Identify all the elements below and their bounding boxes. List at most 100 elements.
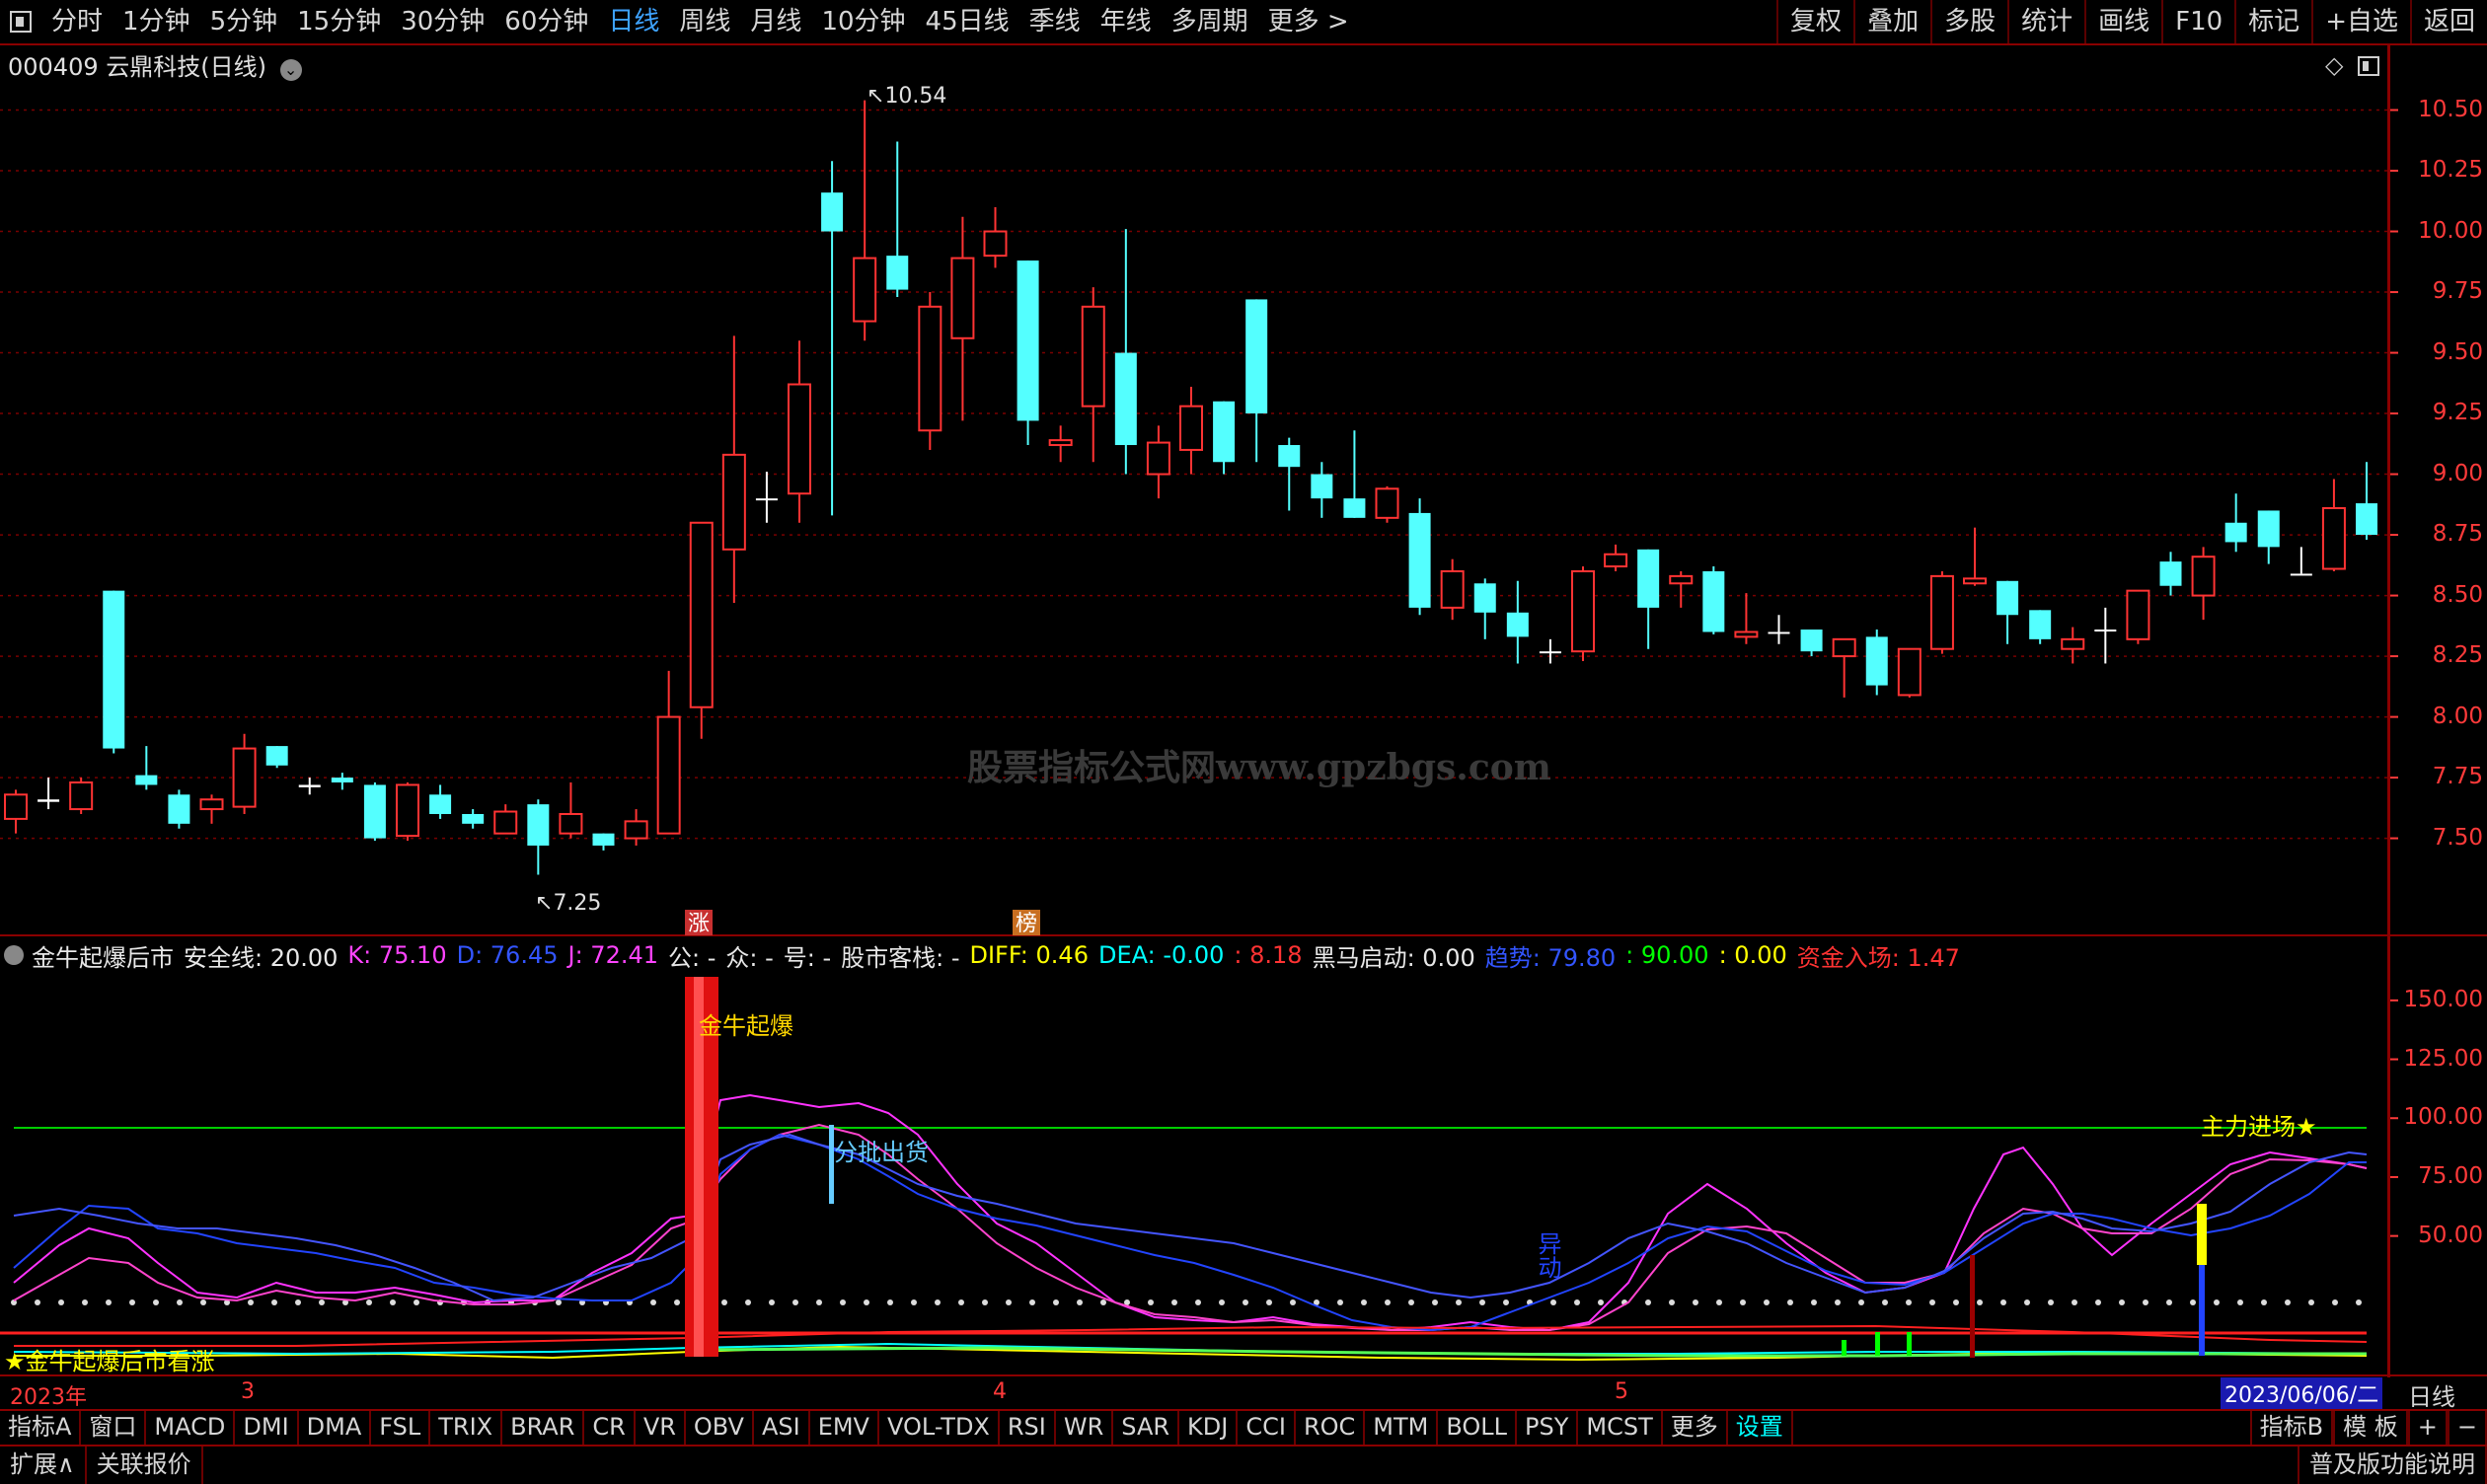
- period-tab-1[interactable]: 1分钟: [113, 0, 200, 43]
- toolbar-button-4[interactable]: 画线: [2084, 0, 2161, 43]
- toolbar-button-8[interactable]: 返回: [2409, 0, 2487, 43]
- indicator-tab-4[interactable]: DMA: [299, 1411, 372, 1445]
- period-tab-2[interactable]: 5分钟: [200, 0, 288, 43]
- indicator-tab-16[interactable]: SAR: [1113, 1411, 1180, 1445]
- indicator-tab-1[interactable]: 窗口: [81, 1411, 147, 1445]
- candle-body-down: [1865, 636, 1888, 686]
- price-label: 7.50: [2432, 824, 2483, 851]
- dot: [1432, 1299, 1438, 1305]
- candle-body-up: [1669, 574, 1694, 585]
- diamond-icon[interactable]: ◇: [2325, 51, 2344, 79]
- stock-title: 000409 云鼎科技(日线) ⌄: [8, 47, 302, 82]
- indicator-tab-3[interactable]: DMI: [235, 1411, 299, 1445]
- period-tab-14[interactable]: 更多 >: [1258, 0, 1359, 43]
- candle-body-up: [721, 453, 746, 551]
- period-tab-8[interactable]: 月线: [740, 0, 811, 43]
- dot: [1858, 1299, 1864, 1305]
- indicator-tab-6[interactable]: TRIX: [430, 1411, 503, 1445]
- indicator-tab-11[interactable]: ASI: [754, 1411, 810, 1445]
- chevron-down-icon[interactable]: ⌄: [279, 59, 302, 81]
- period-tab-7[interactable]: 周线: [669, 0, 740, 43]
- candle-body-down: [1702, 570, 1725, 632]
- candle-body-down: [1539, 651, 1561, 654]
- indicator-value-10: DEA: -0.00: [1097, 941, 1225, 969]
- period-tab-0[interactable]: 分时: [41, 0, 113, 43]
- right-tab-1[interactable]: 模 板: [2333, 1411, 2408, 1445]
- indicator-tab-9[interactable]: VR: [636, 1411, 686, 1445]
- candle-body-up: [1375, 487, 1399, 519]
- indicator-tab-15[interactable]: WR: [1056, 1411, 1114, 1445]
- dot: [1716, 1299, 1722, 1305]
- toolbar-button-1[interactable]: 叠加: [1853, 0, 1930, 43]
- period-tab-9[interactable]: 10分钟: [811, 0, 915, 43]
- expand-button[interactable]: 扩展∧: [0, 1447, 87, 1484]
- period-tab-6[interactable]: 日线: [598, 0, 669, 43]
- price-label: 8.50: [2432, 581, 2483, 608]
- indicator-tab-18[interactable]: CCI: [1238, 1411, 1296, 1445]
- price-label: 8.25: [2432, 642, 2483, 669]
- toolbar-button-2[interactable]: 多股: [1930, 0, 2007, 43]
- dot: [1385, 1299, 1391, 1305]
- indicator-tab-19[interactable]: ROC: [1296, 1411, 1366, 1445]
- candle-body-up: [4, 793, 28, 820]
- indicator-tab-14[interactable]: RSI: [1000, 1411, 1056, 1445]
- indicator-tab-5[interactable]: FSL: [371, 1411, 431, 1445]
- indicator-tab-0[interactable]: 指标A: [0, 1411, 82, 1445]
- indicator-tab-17[interactable]: KDJ: [1179, 1411, 1239, 1445]
- period-indicator[interactable]: 日线: [2408, 1377, 2455, 1412]
- period-tab-3[interactable]: 15分钟: [287, 0, 391, 43]
- indicator-tab-7[interactable]: BRAR: [502, 1411, 585, 1445]
- right-tab-0[interactable]: 指标B: [2249, 1411, 2334, 1445]
- indicator-value-0: 金牛起爆后市: [32, 943, 174, 972]
- dot: [200, 1299, 206, 1305]
- dot: [1337, 1299, 1343, 1305]
- dot: [2332, 1299, 2338, 1305]
- candle-body-down: [363, 784, 386, 839]
- indicator-value-13: 趋势: 79.80: [1484, 943, 1617, 972]
- candle-body-up: [2061, 637, 2085, 650]
- period-tab-11[interactable]: 季线: [1019, 0, 1091, 43]
- right-tab-2[interactable]: +: [2407, 1411, 2448, 1445]
- indicator-tab-8[interactable]: CR: [584, 1411, 636, 1445]
- indicator-tab-20[interactable]: MTM: [1365, 1411, 1439, 1445]
- dot: [1953, 1299, 1959, 1305]
- toolbar-button-3[interactable]: 统计: [2007, 0, 2084, 43]
- period-tab-12[interactable]: 年线: [1091, 0, 1162, 43]
- toolbar-button-0[interactable]: 复权: [1776, 0, 1853, 43]
- indicator-tab-21[interactable]: BOLL: [1438, 1411, 1518, 1445]
- window-menu-icon[interactable]: [10, 11, 32, 33]
- high-price-label: ↖10.54: [867, 84, 946, 109]
- toolbar-button-5[interactable]: F10: [2161, 0, 2234, 43]
- price-label: 9.50: [2432, 338, 2483, 365]
- indicator-tab-25[interactable]: 设置: [1728, 1411, 1793, 1445]
- bang-badge-text: 榜: [1016, 912, 1037, 936]
- indicator-tab-22[interactable]: PSY: [1517, 1411, 1579, 1445]
- indicator-tab-24[interactable]: 更多: [1663, 1411, 1728, 1445]
- indicator-menu-icon[interactable]: [4, 945, 24, 965]
- period-tab-4[interactable]: 30分钟: [391, 0, 494, 43]
- dot: [1693, 1299, 1698, 1305]
- indicator-tab-10[interactable]: OBV: [686, 1411, 754, 1445]
- candle-body-down: [1473, 583, 1496, 613]
- indicator-tab-23[interactable]: MCST: [1578, 1411, 1663, 1445]
- dot: [2072, 1299, 2077, 1305]
- indicator-tab-12[interactable]: EMV: [810, 1411, 879, 1445]
- candle-body-up: [788, 383, 811, 495]
- candle-body-down: [2159, 561, 2182, 586]
- dot: [2237, 1299, 2243, 1305]
- candle-body-up: [2126, 589, 2150, 640]
- date-march: 3: [241, 1379, 255, 1404]
- candle-body-up: [1048, 439, 1073, 447]
- chart-area[interactable]: ↖10.54 ↖7.25 涨 榜 股票指标公式网www.gpzbgs.com 金…: [0, 45, 2487, 1377]
- period-tab-5[interactable]: 60分钟: [494, 0, 598, 43]
- period-tab-13[interactable]: 多周期: [1162, 0, 1258, 43]
- toolbar-button-6[interactable]: 标记: [2234, 0, 2311, 43]
- related-quote-button[interactable]: 关联报价: [87, 1447, 203, 1484]
- indicator-value-8: 股市客栈: -: [841, 943, 960, 972]
- toolbar-button-7[interactable]: +自选: [2311, 0, 2410, 43]
- right-tab-3[interactable]: −: [2447, 1411, 2487, 1445]
- period-tab-10[interactable]: 45日线: [916, 0, 1019, 43]
- indicator-tab-13[interactable]: VOL-TDX: [879, 1411, 1000, 1445]
- indicator-tab-2[interactable]: MACD: [146, 1411, 236, 1445]
- help-link[interactable]: 普及版功能说明: [2298, 1447, 2487, 1484]
